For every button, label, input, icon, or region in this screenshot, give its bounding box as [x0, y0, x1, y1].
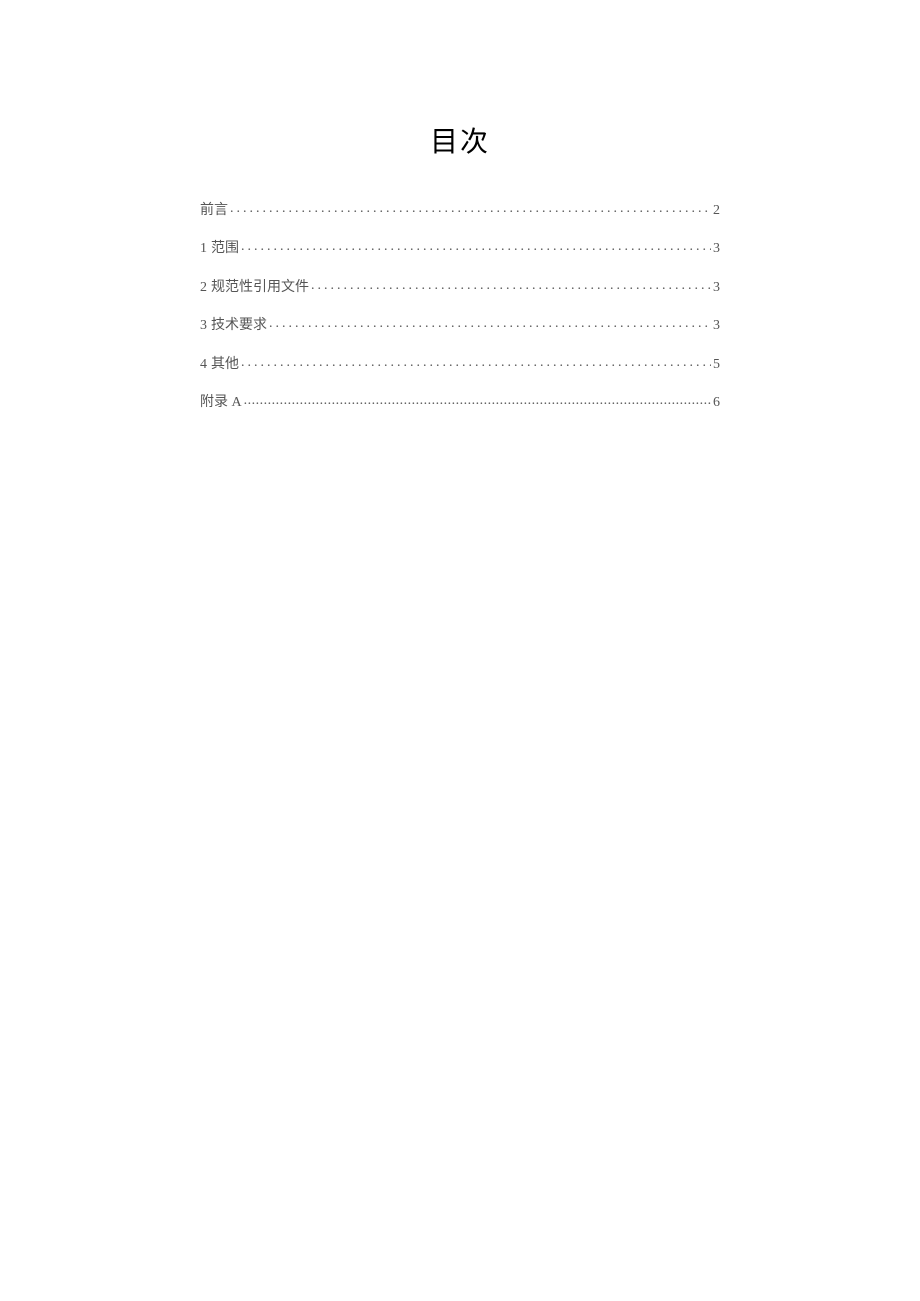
toc-entry-label: 2 规范性引用文件: [200, 277, 309, 299]
toc-entry-text: 规范性引用文件: [211, 280, 309, 295]
toc-entry-text: 范围: [211, 241, 239, 256]
toc-entry-text: 技术要求: [211, 318, 267, 333]
toc-entry-number: 1: [200, 241, 207, 256]
toc-entry-number: 2: [200, 280, 207, 295]
toc-entry-label: 3 技术要求: [200, 315, 267, 337]
toc-entry: 附录 A 6: [200, 392, 720, 414]
toc-entry-number: 4: [200, 357, 207, 372]
toc-entry-label: 附录 A: [200, 392, 242, 414]
toc-entry-page: 5: [713, 354, 720, 376]
toc-entry-page: 3: [713, 315, 720, 337]
toc-entry-page: 3: [713, 277, 720, 299]
toc-entry-page: 3: [713, 238, 720, 260]
page-title: 目次: [85, 120, 835, 160]
toc-entry-label: 前言: [200, 200, 228, 222]
toc-entry-page: 2: [713, 200, 720, 222]
toc-entry-text: 其他: [211, 357, 239, 372]
toc-entry-text: 前言: [200, 203, 228, 218]
toc-entry-number: 3: [200, 318, 207, 333]
toc-entry: 4 其他 5: [200, 354, 720, 376]
toc-entry: 1 范围 3: [200, 238, 720, 260]
toc-entry: 2 规范性引用文件 3: [200, 277, 720, 299]
toc-entry: 3 技术要求 3: [200, 315, 720, 337]
toc-entry: 前言 2: [200, 200, 720, 222]
toc-leader-dots: [311, 275, 711, 297]
toc-leader-dots: [241, 352, 711, 374]
toc-entry-page: 6: [713, 392, 720, 414]
toc-leader-dots: [269, 313, 711, 335]
table-of-contents: 前言 2 1 范围 3 2 规范性引用文件 3 3 技术要求 3 4 其他 5 附录 A 6: [85, 200, 835, 414]
toc-entry-text: 附录 A: [200, 395, 242, 410]
toc-entry-label: 4 其他: [200, 354, 239, 376]
toc-leader-dots: [244, 390, 711, 412]
toc-leader-dots: [230, 198, 711, 220]
toc-entry-label: 1 范围: [200, 238, 239, 260]
toc-leader-dots: [241, 236, 711, 258]
